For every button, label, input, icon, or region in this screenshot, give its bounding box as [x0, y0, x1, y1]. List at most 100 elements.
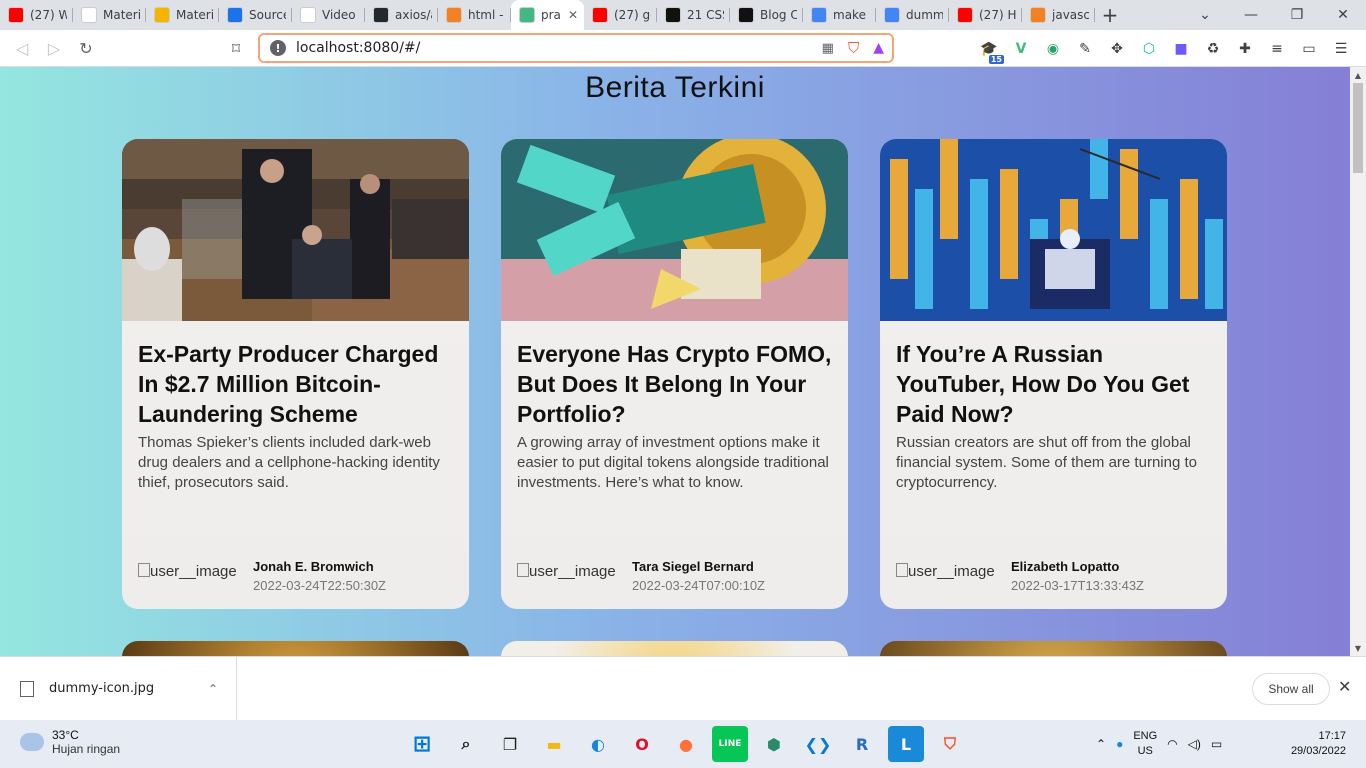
article-title[interactable]: If You’re A Russian YouTuber, How Do You… [896, 339, 1211, 429]
puzzle-icon[interactable]: ✚ [1234, 38, 1256, 60]
wifi-icon[interactable]: ◠ [1167, 737, 1177, 751]
search-icon[interactable]: ⌕ [448, 726, 484, 762]
show-all-button[interactable]: Show all [1252, 673, 1330, 705]
youtube-icon [592, 7, 608, 23]
eyedropper-icon[interactable]: ✎ [1074, 38, 1096, 60]
window-controls: ⌄ — ❐ ✕ [1182, 0, 1366, 30]
browser-tab[interactable]: dumm [876, 0, 949, 30]
menu-icon[interactable]: ☰ [1330, 38, 1352, 60]
vue-devtools-icon[interactable]: V [1010, 38, 1032, 60]
clock[interactable]: 17:17 29/03/2022 [1291, 729, 1346, 759]
browser-tab[interactable]: axios/a [365, 0, 438, 30]
minimize-button[interactable]: — [1228, 0, 1274, 30]
browser-tab[interactable]: make [803, 0, 876, 30]
weather-status: Hujan ringan [52, 742, 121, 756]
broken-user-image: user__image [896, 563, 1011, 580]
author-name: Jonah E. Bromwich [253, 559, 374, 574]
page-viewport: Berita Terkini Ex-Party Producer Charged… [0, 67, 1350, 656]
author-block: user__image Tara Siegel Bernard 2022-03-… [517, 559, 765, 593]
scroll-down-icon[interactable]: ▼ [1350, 640, 1366, 656]
l-app-icon[interactable]: L [888, 726, 924, 762]
battery-icon[interactable]: ▭ [1211, 737, 1222, 751]
doc-icon [227, 7, 243, 23]
recycle-icon[interactable]: ♻ [1202, 38, 1224, 60]
gradient-icon[interactable]: ■ [1170, 38, 1192, 60]
edge-icon[interactable]: ◐ [580, 726, 616, 762]
chevron-up-icon[interactable]: ⌃ [1096, 737, 1106, 751]
codeium-icon[interactable]: ⬡ [1138, 38, 1160, 60]
color-picker-icon[interactable]: ◉ [1042, 38, 1064, 60]
media-queue-icon[interactable]: ≡ [1266, 38, 1288, 60]
app-icon[interactable]: ⬢ [756, 726, 792, 762]
news-card[interactable]: If You’re A Russian YouTuber, How Do You… [880, 139, 1227, 609]
close-window-button[interactable]: ✕ [1320, 0, 1366, 30]
language-indicator[interactable]: ENG US [1133, 729, 1157, 759]
broken-user-image: user__image [138, 563, 253, 580]
browser-tab[interactable]: 21 CSS [657, 0, 730, 30]
site-info-icon[interactable]: ! [270, 40, 286, 56]
windows-start-icon[interactable]: ⊞ [404, 726, 440, 762]
time: 17:17 [1318, 730, 1346, 742]
news-card-next[interactable] [501, 641, 848, 656]
vscode-icon[interactable]: ❮❯ [800, 726, 836, 762]
opera-icon[interactable]: O [624, 726, 660, 762]
scroll-up-icon[interactable]: ▲ [1350, 67, 1366, 83]
tab-search-icon[interactable]: ⌄ [1182, 0, 1228, 30]
news-card-next[interactable] [122, 641, 469, 656]
close-icon[interactable]: ✕ [1338, 677, 1351, 696]
browser-tab[interactable]: pra ✕ [511, 0, 584, 30]
task-view-icon[interactable]: ❐ [492, 726, 528, 762]
graduation-cap-icon[interactable]: 🎓 15 [978, 38, 1004, 64]
browser-tab[interactable]: Video [292, 0, 365, 30]
tab-title: Materi [103, 8, 140, 22]
volume-icon[interactable]: ◁) [1188, 737, 1201, 751]
tab-title: Materi [176, 8, 213, 22]
taskbar: 33°C Hujan ringan ⊞ ⌕ ❐ ▬ ◐ O ● LINE ⬢ ❮… [0, 720, 1366, 768]
weather-widget[interactable]: 33°C Hujan ringan [20, 728, 120, 756]
browser-tab[interactable]: Source [219, 0, 292, 30]
page-scrollbar[interactable]: ▲ ▼ [1350, 67, 1366, 656]
browser-tab[interactable]: (27) H [949, 0, 1022, 30]
scroll-thumb[interactable] [1353, 83, 1363, 173]
google-icon [811, 7, 827, 23]
reload-button[interactable]: ↻ [70, 32, 102, 64]
tray-app-icon[interactable]: ● [1116, 737, 1123, 751]
file-explorer-icon[interactable]: ▬ [536, 726, 572, 762]
new-tab-button[interactable]: + [1095, 0, 1125, 30]
firefox-icon[interactable]: ● [668, 726, 704, 762]
news-card[interactable]: Everyone Has Crypto FOMO, But Does It Be… [501, 139, 848, 609]
address-bar[interactable]: ! localhost:8080/#/ ▦ ⛉ ▲ [258, 33, 894, 63]
article-title[interactable]: Everyone Has Crypto FOMO, But Does It Be… [517, 339, 832, 429]
browser-tab[interactable]: html - [438, 0, 511, 30]
bookmark-icon[interactable]: ⌑ [220, 32, 252, 64]
restore-button[interactable]: ❐ [1274, 0, 1320, 30]
brave-icon[interactable]: ⛉ [932, 726, 968, 762]
brave-shields-icon[interactable]: ⛉ [848, 39, 859, 57]
browser-tab[interactable]: javascr [1022, 0, 1095, 30]
browser-tab[interactable]: Blog C [730, 0, 803, 30]
forward-button[interactable]: ▷ [38, 32, 70, 64]
news-card[interactable]: Ex-Party Producer Charged In $2.7 Millio… [122, 139, 469, 609]
broken-user-image: user__image [517, 563, 632, 580]
browser-tab[interactable]: Materi [73, 0, 146, 30]
news-card-next[interactable] [880, 641, 1227, 656]
chevron-up-icon[interactable]: ⌃ [208, 682, 218, 696]
download-item[interactable]: dummy-icon.jpg ⌃ [0, 657, 237, 720]
qr-code-icon[interactable]: ▦ [822, 41, 834, 56]
close-tab-icon[interactable]: ✕ [568, 8, 578, 22]
back-button[interactable]: ◁ [6, 32, 38, 64]
wallet-icon[interactable]: ▭ [1298, 38, 1320, 60]
page-title: Berita Terkini [585, 71, 765, 104]
youtube-icon [957, 7, 973, 23]
brave-rewards-icon[interactable]: ▲ [873, 40, 884, 56]
article-title[interactable]: Ex-Party Producer Charged In $2.7 Millio… [138, 339, 453, 429]
system-tray: ⌃ ● ENG US ◠ ◁) ▭ [1096, 720, 1222, 768]
browser-tab[interactable]: (27) W [0, 0, 73, 30]
browser-tab[interactable]: Materi [146, 0, 219, 30]
line-icon[interactable]: LINE [712, 726, 748, 762]
r-icon[interactable]: R [844, 726, 880, 762]
move-icon[interactable]: ✥ [1106, 38, 1128, 60]
taskbar-apps: ⊞ ⌕ ❐ ▬ ◐ O ● LINE ⬢ ❮❯ R L ⛉ [404, 726, 968, 762]
github-icon [373, 7, 389, 23]
browser-tab[interactable]: (27) ge [584, 0, 657, 30]
